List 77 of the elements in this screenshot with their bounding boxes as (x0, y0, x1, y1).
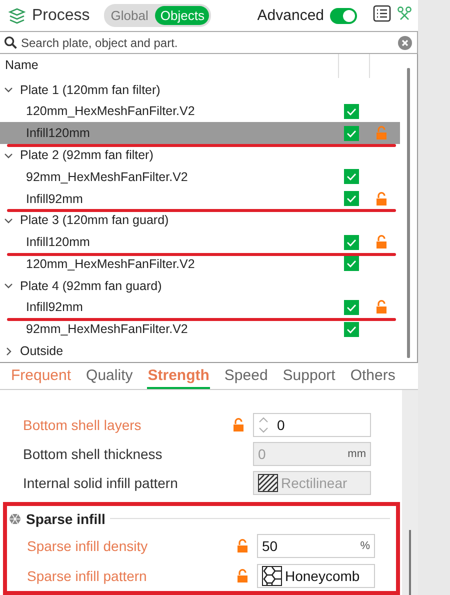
plate-label[interactable]: Plate 4 (92mm fan guard) (20, 278, 400, 293)
option-label: Internal solid infill pattern (23, 474, 179, 490)
plate-label[interactable]: Plate 2 (92mm fan filter) (20, 148, 400, 162)
checkbox[interactable] (344, 322, 359, 337)
search-input[interactable]: Search plate, object and part. (21, 36, 394, 50)
spin-field[interactable]: 0 (253, 412, 371, 436)
scissors-icon[interactable] (397, 6, 412, 20)
object-label: 92mm_HexMeshFanFilter.V2 (26, 322, 188, 336)
object-label: Infill120mm (26, 126, 90, 140)
chevron-down-icon[interactable] (4, 85, 13, 94)
lock-icon[interactable] (237, 569, 248, 583)
chevron-down-icon[interactable] (4, 216, 13, 225)
tree-row[interactable]: 120mm_HexMeshFanFilter.V2 (0, 100, 400, 122)
lock-icon[interactable] (233, 418, 244, 432)
option-label: Bottom shell layers (23, 416, 142, 432)
option-label: Sparse infill density (27, 538, 149, 554)
checkbox[interactable] (344, 191, 359, 206)
chevron-down-icon[interactable] (4, 150, 13, 160)
panel-title: Process (32, 6, 90, 24)
search-icon (4, 36, 17, 49)
tab[interactable]: Speed (223, 367, 269, 389)
honeycomb-pattern-icon (262, 566, 282, 586)
field-value: Rectilinear (281, 474, 348, 490)
clear-icon[interactable] (398, 36, 412, 50)
tree-row[interactable]: 92mm_HexMeshFanFilter.V2 (0, 318, 400, 340)
option-label: Sparse infill pattern (27, 568, 148, 584)
tab[interactable]: Support (282, 367, 336, 389)
unit-label: % (360, 540, 370, 552)
lock-icon[interactable] (376, 300, 387, 314)
checkbox[interactable] (344, 300, 359, 315)
field-value: 0 (276, 416, 286, 432)
tree-row[interactable]: Infill92mm (0, 188, 400, 210)
field-value: 50 (262, 538, 279, 554)
tab[interactable]: Others (349, 367, 396, 389)
lock-icon[interactable] (376, 192, 387, 206)
field-value: 0 (258, 446, 267, 462)
checkbox[interactable] (344, 169, 359, 184)
checkbox[interactable] (344, 126, 359, 141)
field-value: Honeycomb (285, 568, 361, 584)
layers-icon (8, 8, 26, 24)
option-label: Bottom shell thickness (23, 446, 164, 462)
scrollbar[interactable] (409, 530, 411, 595)
lock-icon[interactable] (376, 235, 387, 250)
hexagon-pattern-icon (9, 512, 21, 524)
list-icon[interactable] (373, 4, 391, 22)
object-label: 92mm_HexMeshFanFilter.V2 (26, 170, 188, 184)
object-label: 120mm_HexMeshFanFilter.V2 (26, 256, 195, 271)
object-label: Infill92mm (26, 300, 83, 314)
plate-label[interactable]: Outside (20, 344, 400, 358)
spinner-arrows-icon[interactable] (258, 416, 269, 434)
pattern-dropdown[interactable]: Honeycomb (257, 564, 375, 588)
tab[interactable]: Quality (85, 367, 134, 389)
tree-row[interactable]: Infill92mm (0, 296, 400, 318)
column-header: Name (4, 57, 40, 74)
search-field[interactable]: Search plate, object and part. (0, 31, 418, 54)
hatch-pattern-icon (258, 474, 278, 492)
tree-row[interactable]: 92mm_HexMeshFanFilter.V2 (0, 166, 400, 188)
number-field[interactable]: 50 % (257, 534, 375, 558)
object-label: 120mm_HexMeshFanFilter.V2 (26, 104, 195, 118)
advanced-label: Advanced (257, 7, 324, 24)
group-title: Sparse infill (26, 510, 106, 526)
unit-label: mm (348, 448, 366, 460)
plate-label[interactable]: Plate 3 (120mm fan guard) (20, 213, 400, 228)
tree-row[interactable]: Infill120mm (0, 122, 400, 144)
lock-icon[interactable] (237, 539, 248, 553)
advanced-switch[interactable] (330, 8, 357, 24)
tree-row[interactable]: 120mm_HexMeshFanFilter.V2 (0, 253, 400, 275)
plate-label[interactable]: Plate 1 (120mm fan filter) (20, 82, 400, 97)
checkbox[interactable] (344, 104, 359, 119)
checkbox[interactable] (344, 234, 359, 250)
tree-row[interactable]: Infill120mm (0, 231, 400, 254)
scrollbar[interactable] (407, 68, 410, 358)
chevron-right-icon[interactable] (4, 346, 13, 356)
object-label: Infill120mm (26, 235, 90, 250)
checkbox[interactable] (344, 256, 359, 272)
object-label: Infill92mm (26, 192, 83, 206)
chevron-down-icon[interactable] (4, 281, 13, 290)
